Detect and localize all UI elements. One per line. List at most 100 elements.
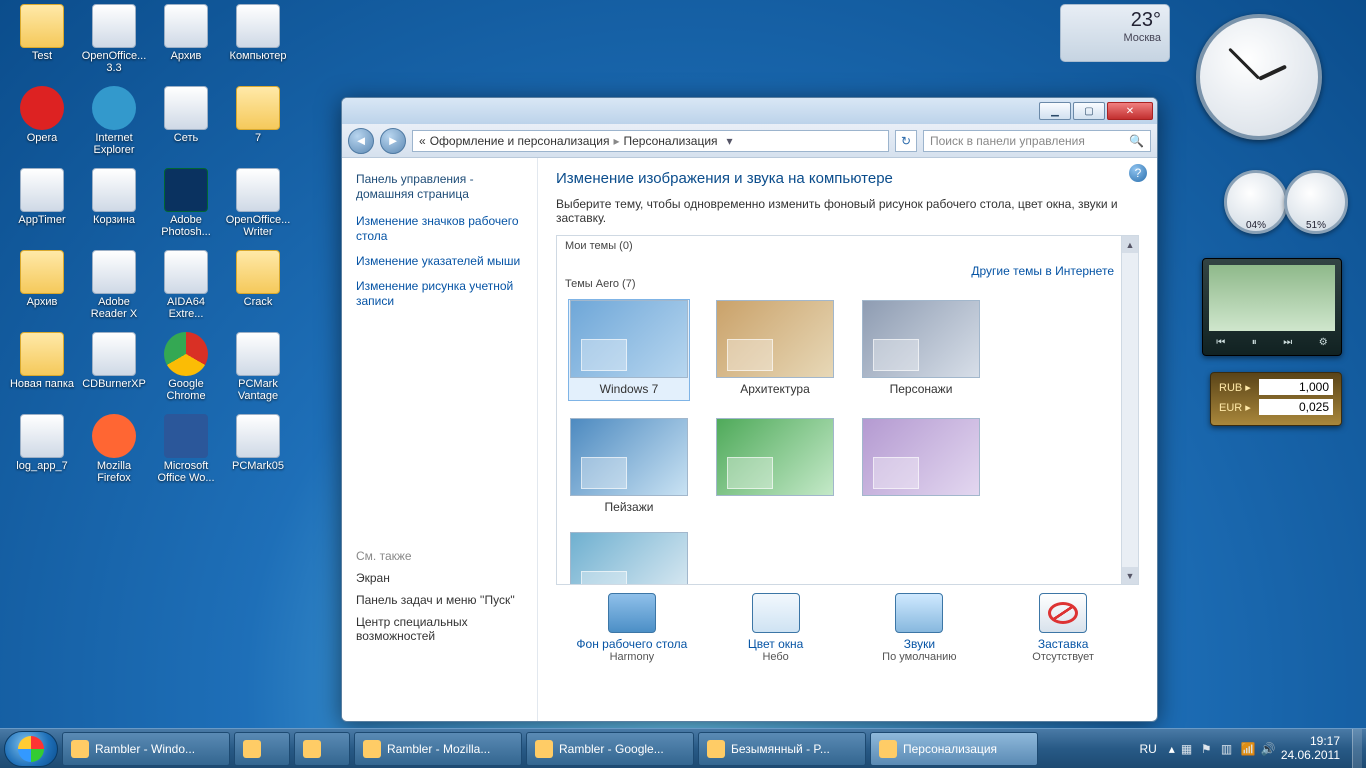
currency-row[interactable]: EUR ▸ 0,025 xyxy=(1219,399,1333,415)
desktop-icon[interactable]: Сеть xyxy=(152,86,220,144)
theme-item[interactable]: Пейзажи xyxy=(569,418,689,514)
titlebar[interactable]: ▁ ▢ ✕ xyxy=(342,98,1157,124)
desktop-icon[interactable]: Adobe Reader X xyxy=(80,250,148,320)
generic-icon xyxy=(92,4,136,48)
breadcrumb-dropdown[interactable]: ▾ xyxy=(722,134,738,148)
desktop-icon[interactable]: 7 xyxy=(224,86,292,144)
start-button[interactable] xyxy=(4,731,58,767)
desktop-icon[interactable]: Корзина xyxy=(80,168,148,226)
currency-row[interactable]: RUB ▸ 1,000 xyxy=(1219,379,1333,395)
theme-item[interactable] xyxy=(569,532,689,585)
currency-value[interactable]: 1,000 xyxy=(1259,379,1333,395)
slideshow-control[interactable]: ⏮ xyxy=(1216,337,1225,348)
show-desktop-button[interactable] xyxy=(1352,729,1362,768)
desktop-icon[interactable]: Opera xyxy=(8,86,76,144)
theme-item[interactable]: Windows 7 xyxy=(569,300,689,400)
tray-icon[interactable]: ▥ xyxy=(1221,742,1235,756)
breadcrumb-seg2[interactable]: Персонализация xyxy=(623,134,717,148)
theme-item[interactable] xyxy=(861,418,981,514)
desktop-background-cell[interactable]: Фон рабочего стола Harmony xyxy=(560,593,704,663)
desktop-icon[interactable]: Компьютер xyxy=(224,4,292,62)
desktop-icon[interactable]: PCMark Vantage xyxy=(224,332,292,402)
action-center-icon[interactable]: ⚑ xyxy=(1201,742,1215,756)
desktop-icon[interactable]: Архив xyxy=(8,250,76,308)
scroll-up-icon[interactable]: ▲ xyxy=(1122,236,1138,253)
theme-item[interactable] xyxy=(715,418,835,514)
sounds-cell[interactable]: Звуки По умолчанию xyxy=(848,593,992,663)
desktop-icon-label: AppTimer xyxy=(8,214,76,226)
scroll-down-icon[interactable]: ▼ xyxy=(1122,567,1138,584)
breadcrumb-seg1[interactable]: Оформление и персонализация xyxy=(430,134,610,148)
side-link[interactable]: Изменение указателей мыши xyxy=(356,254,523,269)
see-also-link[interactable]: Панель задач и меню ''Пуск'' xyxy=(356,593,523,607)
desktop-icon[interactable]: Новая папка xyxy=(8,332,76,390)
see-also-link[interactable]: Центр специальных возможностей xyxy=(356,615,523,643)
maximize-button[interactable]: ▢ xyxy=(1073,102,1105,120)
taskbar-button[interactable] xyxy=(234,732,290,766)
nav-back-button[interactable]: ◄ xyxy=(348,128,374,154)
taskbar-button-label: Rambler - Windo... xyxy=(95,742,195,756)
desktop-icon[interactable]: OpenOffice... 3.3 xyxy=(80,4,148,74)
see-also-link[interactable]: Экран xyxy=(356,571,523,585)
weather-gadget[interactable]: 23° Москва xyxy=(1060,4,1170,62)
desktop-icon[interactable]: AppTimer xyxy=(8,168,76,226)
slideshow-control[interactable]: ⏸ xyxy=(1252,337,1257,348)
desktop-icon[interactable]: Microsoft Office Wo... xyxy=(152,414,220,484)
screensaver-cell[interactable]: Заставка Отсутствует xyxy=(991,593,1135,663)
desktop-icon[interactable]: Internet Explorer xyxy=(80,86,148,156)
search-icon: 🔍 xyxy=(1129,134,1144,148)
screensaver-caption[interactable]: Заставка xyxy=(991,637,1135,651)
side-link[interactable]: Изменение рисунка учетной записи xyxy=(356,279,523,309)
taskbar-button[interactable]: Rambler - Mozilla... xyxy=(354,732,522,766)
desktop-icon[interactable]: CDBurnerXP xyxy=(80,332,148,390)
currency-code[interactable]: EUR ▸ xyxy=(1219,401,1253,414)
slideshow-control[interactable]: ⚙ xyxy=(1319,337,1328,348)
desktop-icon[interactable]: log_app_7 xyxy=(8,414,76,472)
slideshow-control[interactable]: ⏭ xyxy=(1283,337,1292,348)
taskbar-button[interactable] xyxy=(294,732,350,766)
taskbar-button[interactable]: Rambler - Windo... xyxy=(62,732,230,766)
window-color-cell[interactable]: Цвет окна Небо xyxy=(704,593,848,663)
search-input[interactable]: Поиск в панели управления 🔍 xyxy=(923,130,1151,152)
scrollbar[interactable]: ▲ ▼ xyxy=(1121,236,1138,584)
taskbar-clock[interactable]: 19:17 24.06.2011 xyxy=(1281,735,1340,763)
nav-forward-button[interactable]: ► xyxy=(380,128,406,154)
cpu-gauge[interactable]: 04% xyxy=(1224,170,1288,234)
help-icon[interactable]: ? xyxy=(1129,164,1147,182)
volume-icon[interactable]: 🔊 xyxy=(1261,742,1275,756)
sounds-caption[interactable]: Звуки xyxy=(848,637,992,651)
desktop-icon[interactable]: Google Chrome xyxy=(152,332,220,402)
taskbar-button[interactable]: Персонализация xyxy=(870,732,1038,766)
desktop-icon[interactable]: Mozilla Firefox xyxy=(80,414,148,484)
breadcrumb[interactable]: « Оформление и персонализация ▸ Персонал… xyxy=(412,130,889,152)
window-color-caption[interactable]: Цвет окна xyxy=(704,637,848,651)
desktop-icon[interactable]: Test xyxy=(8,4,76,62)
language-indicator[interactable]: RU xyxy=(1133,742,1162,756)
online-themes-link[interactable]: Другие темы в Интернете xyxy=(971,264,1114,278)
desktop-background-caption[interactable]: Фон рабочего стола xyxy=(560,637,704,651)
desktop-icon[interactable]: OpenOffice... Writer xyxy=(224,168,292,238)
network-icon[interactable]: 📶 xyxy=(1241,742,1255,756)
currency-code[interactable]: RUB ▸ xyxy=(1219,381,1253,394)
tray-expand-icon[interactable]: ▴ xyxy=(1169,742,1175,756)
refresh-button[interactable]: ↻ xyxy=(895,130,917,152)
side-home-link[interactable]: Панель управления - домашняя страница xyxy=(356,172,523,202)
taskbar-button[interactable]: Rambler - Google... xyxy=(526,732,694,766)
clock-gadget[interactable] xyxy=(1196,14,1322,140)
currency-gadget[interactable]: RUB ▸ 1,000 EUR ▸ 0,025 xyxy=(1210,372,1342,426)
desktop-icon[interactable]: PCMark05 xyxy=(224,414,292,472)
desktop-icon[interactable]: Архив xyxy=(152,4,220,62)
slideshow-gadget[interactable]: ⏮ ⏸ ⏭ ⚙ xyxy=(1202,258,1342,356)
desktop-icon[interactable]: Adobe Photosh... xyxy=(152,168,220,238)
theme-item[interactable]: Архитектура xyxy=(715,300,835,400)
side-link[interactable]: Изменение значков рабочего стола xyxy=(356,214,523,244)
theme-item[interactable]: Персонажи xyxy=(861,300,981,400)
desktop-icon[interactable]: Crack xyxy=(224,250,292,308)
taskbar-button[interactable]: Безымянный - P... xyxy=(698,732,866,766)
close-button[interactable]: ✕ xyxy=(1107,102,1153,120)
ram-gauge[interactable]: 51% xyxy=(1284,170,1348,234)
tray-icon[interactable]: ▦ xyxy=(1181,742,1195,756)
currency-value[interactable]: 0,025 xyxy=(1259,399,1333,415)
desktop-icon[interactable]: AIDA64 Extre... xyxy=(152,250,220,320)
minimize-button[interactable]: ▁ xyxy=(1039,102,1071,120)
